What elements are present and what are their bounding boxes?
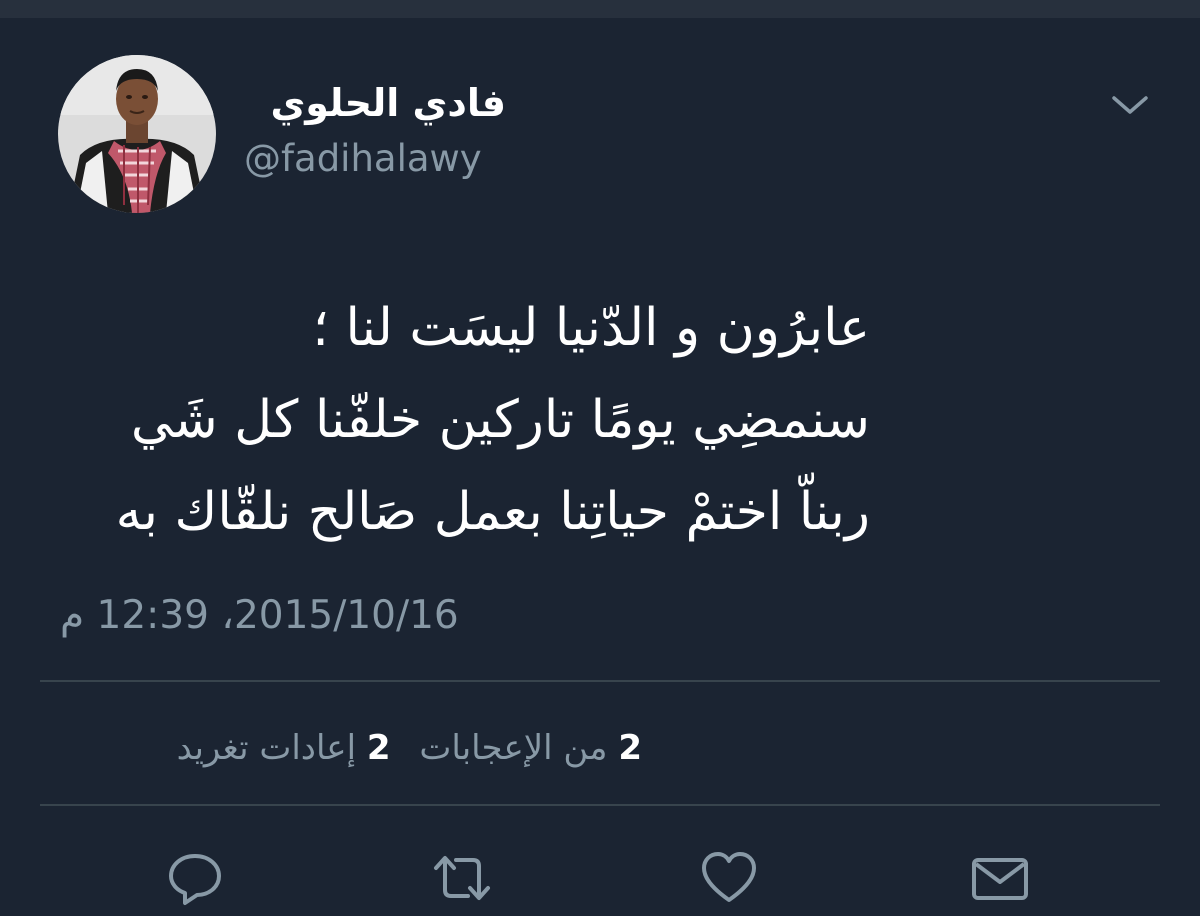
- tweet-text: عابرُون و الدّنيا ليسَت لنا ؛ سنمضِي يوم…: [40, 282, 870, 558]
- tweet-stats: 2 من الإعجابات 2 إعادات تغريد: [62, 718, 642, 778]
- likes-count: 2: [618, 728, 642, 768]
- retweets-stat[interactable]: 2 إعادات تغريد: [177, 718, 391, 778]
- avatar-image: [58, 55, 216, 213]
- retweets-count: 2: [366, 728, 391, 768]
- tweet-line: ربناّ اختمْ حياتِنا بعمل صَالح نلقّاك به: [115, 482, 870, 542]
- display-name[interactable]: فادي الحلوي: [246, 78, 506, 128]
- chevron-down-icon[interactable]: [1105, 85, 1155, 125]
- retweets-label: إعادات تغريد: [176, 728, 357, 768]
- avatar[interactable]: [58, 55, 216, 213]
- reply-icon[interactable]: [163, 846, 227, 910]
- tweet-timestamp[interactable]: 2015/10/16، 12:39 م: [60, 588, 470, 644]
- user-handle[interactable]: @fadihalawy: [244, 134, 482, 184]
- tweet-line: عابرُون و الدّنيا ليسَت لنا ؛: [312, 298, 870, 358]
- tweet-actions: [0, 836, 1200, 916]
- mail-icon[interactable]: [968, 846, 1032, 910]
- divider: [40, 680, 1160, 682]
- retweet-icon[interactable]: [430, 846, 494, 910]
- likes-label: من الإعجابات: [419, 728, 608, 768]
- tweet-header: فادي الحلوي @fadihalawy: [0, 0, 1200, 230]
- tweet-line: سنمضِي يومًا تاركين خلفّنا كل شَي: [130, 390, 870, 450]
- heart-icon[interactable]: [697, 846, 761, 910]
- divider: [40, 804, 1160, 806]
- likes-stat[interactable]: 2 من الإعجابات: [419, 718, 642, 778]
